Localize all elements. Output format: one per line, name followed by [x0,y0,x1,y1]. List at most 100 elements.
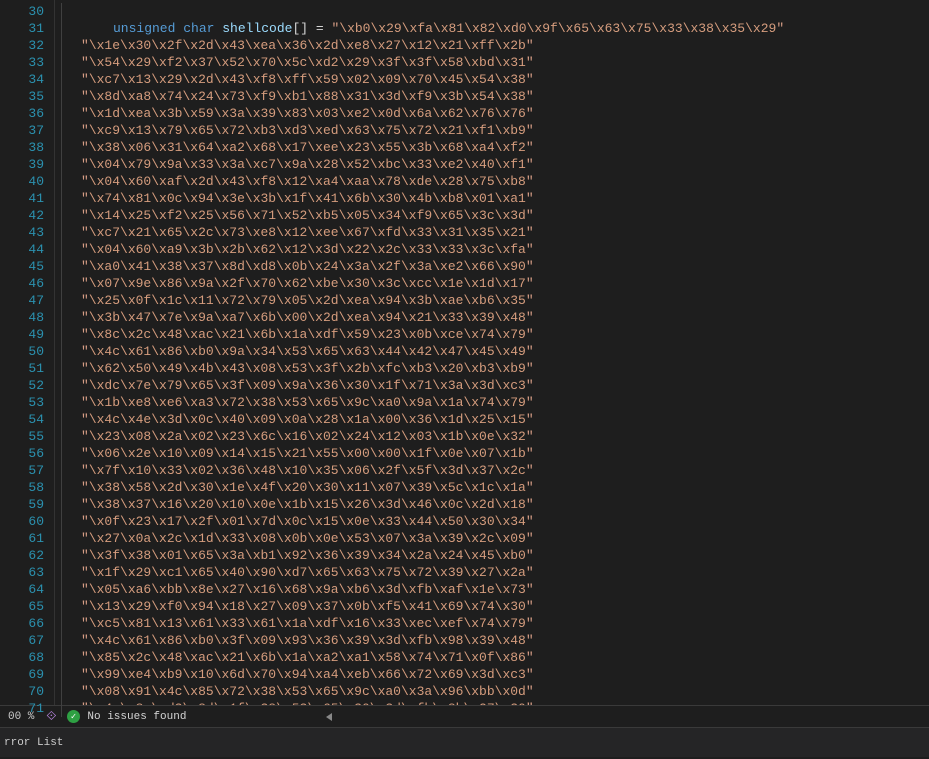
fold-guide [55,513,77,530]
code-line[interactable]: "\x62\x50\x49\x4b\x43\x08\x53\x3f\x2b\xf… [77,360,929,377]
code-line[interactable]: "\x1f\x29\xc1\x65\x40\x90\xd7\x65\x63\x7… [77,564,929,581]
line-number: 60 [0,513,44,530]
fold-guide [55,343,77,360]
code-line[interactable]: "\x0f\x23\x17\x2f\x01\x7d\x0c\x15\x0e\x3… [77,513,929,530]
fold-guide [55,581,77,598]
fold-guide [55,275,77,292]
code-line[interactable]: "\x4c\x61\x86\xb0\x9a\x34\x53\x65\x63\x4… [77,343,929,360]
status-bar: 00 % ⟐ ✓ No issues found [0,705,929,727]
code-line[interactable]: "\xc7\x21\x65\x2c\x73\xe8\x12\xee\x67\xf… [77,224,929,241]
code-line[interactable]: "\xc5\x81\x13\x61\x33\x61\x1a\xdf\x16\x3… [77,615,929,632]
code-line[interactable]: "\x07\x9e\x86\x9a\x2f\x70\x62\xbe\x30\x3… [77,275,929,292]
code-line[interactable]: "\x13\x29\xf0\x94\x18\x27\x09\x37\x0b\xf… [77,598,929,615]
code-line[interactable]: "\x38\x06\x31\x64\xa2\x68\x17\xee\x23\x5… [77,139,929,156]
line-number: 38 [0,139,44,156]
code-line[interactable]: "\x85\x2c\x48\xac\x21\x6b\x1a\xa2\xa1\x5… [77,649,929,666]
fold-guide [55,666,77,683]
code-line[interactable]: "\x38\x37\x16\x20\x10\x0e\x1b\x15\x26\x3… [77,496,929,513]
code-line[interactable]: "\x8c\x2c\x48\xac\x21\x6b\x1a\xdf\x59\x2… [77,326,929,343]
code-line[interactable]: "\x08\x91\x4c\x85\x72\x38\x53\x65\x9c\xa… [77,683,929,700]
fold-guide [55,105,77,122]
line-number: 53 [0,394,44,411]
code-line[interactable]: "\x3f\x38\x01\x65\x3a\xb1\x92\x36\x39\x3… [77,547,929,564]
fold-guide [55,309,77,326]
line-number: 49 [0,326,44,343]
code-area[interactable]: unsigned char shellcode[] = "\xb0\x29\xf… [77,0,929,705]
fold-guide [55,411,77,428]
fold-guide [55,20,77,37]
line-number: 48 [0,309,44,326]
code-line[interactable]: "\x4c\x4e\x3d\x0c\x40\x09\x0a\x28\x1a\x0… [77,411,929,428]
code-line[interactable]: "\x1e\x30\x2f\x2d\x43\xea\x36\x2d\xe8\x2… [77,37,929,54]
line-number: 55 [0,428,44,445]
code-line[interactable]: "\x99\xe4\xb9\x10\x6d\x70\x94\xa4\xeb\x6… [77,666,929,683]
code-line[interactable]: "\x04\x79\x9a\x33\x3a\xc7\x9a\x28\x52\xb… [77,156,929,173]
fold-guide [55,700,77,717]
code-line[interactable]: "\x1d\xea\x3b\x59\x3a\x39\x83\x03\xe2\x0… [77,105,929,122]
code-editor[interactable]: 3031323334353637383940414243444546474849… [0,0,929,705]
code-line[interactable]: "\x7f\x10\x33\x02\x36\x48\x10\x35\x06\x2… [77,462,929,479]
fold-guide [55,292,77,309]
fold-guide [55,530,77,547]
zoom-level[interactable]: 00 % [2,711,40,723]
line-number: 46 [0,275,44,292]
fold-guide [55,394,77,411]
fold-guide [55,547,77,564]
code-line[interactable]: "\x14\x25\xf2\x25\x56\x71\x52\xb5\x05\x3… [77,207,929,224]
code-line[interactable]: "\x38\x58\x2d\x30\x1e\x4f\x20\x30\x11\x0… [77,479,929,496]
code-line[interactable]: "\x8d\xa8\x74\x24\x73\xf9\xb1\x88\x31\x3… [77,88,929,105]
code-line[interactable]: "\xa0\x41\x38\x37\x8d\xd8\x0b\x24\x3a\x2… [77,258,929,275]
fold-guide [55,615,77,632]
fold-guide [55,3,77,20]
code-line[interactable]: "\x05\xa6\xbb\x8e\x27\x16\x68\x9a\xb6\x3… [77,581,929,598]
code-line[interactable]: "\x25\x0f\x1c\x11\x72\x79\x05\x2d\xea\x9… [77,292,929,309]
fold-guide [55,224,77,241]
fold-guide [55,496,77,513]
fold-guide [55,632,77,649]
code-line[interactable]: "\x4e\x8a\xd3\x8d\x1f\x38\x53\x65\x30\x3… [77,700,929,705]
code-line[interactable]: "\x23\x08\x2a\x02\x23\x6c\x16\x02\x24\x1… [77,428,929,445]
line-number: 65 [0,598,44,615]
code-line[interactable]: "\x54\x29\xf2\x37\x52\x70\x5c\xd2\x29\x3… [77,54,929,71]
fold-guide [55,377,77,394]
scroll-left-icon[interactable] [326,713,332,721]
fold-guide [55,241,77,258]
line-number: 68 [0,649,44,666]
code-line[interactable]: "\x04\x60\xaf\x2d\x43\xf8\x12\xa4\xaa\x7… [77,173,929,190]
code-line[interactable]: "\x1b\xe8\xe6\xa3\x72\x38\x53\x65\x9c\xa… [77,394,929,411]
fold-guide [55,445,77,462]
fold-guide [55,122,77,139]
code-line[interactable]: "\xdc\x7e\x79\x65\x3f\x09\x9a\x36\x30\x1… [77,377,929,394]
code-line[interactable]: "\xc9\x13\x79\x65\x72\xb3\xd3\xed\x63\x7… [77,122,929,139]
fold-guide [55,173,77,190]
line-number: 56 [0,445,44,462]
fold-guide [55,683,77,700]
fold-guide [55,207,77,224]
code-line[interactable]: "\x74\x81\x0c\x94\x3e\x3b\x1f\x41\x6b\x3… [77,190,929,207]
line-number: 37 [0,122,44,139]
line-number: 59 [0,496,44,513]
code-line[interactable]: "\x27\x0a\x2c\x1d\x33\x08\x0b\x0e\x53\x0… [77,530,929,547]
line-number: 66 [0,615,44,632]
fold-guide [55,71,77,88]
code-line[interactable]: "\xc7\x13\x29\x2d\x43\xf8\xff\x59\x02\x0… [77,71,929,88]
line-number: 42 [0,207,44,224]
code-line[interactable]: "\x3b\x47\x7e\x9a\xa7\x6b\x00\x2d\xea\x9… [77,309,929,326]
line-number: 35 [0,88,44,105]
code-line[interactable]: "\x4c\x61\x86\xb0\x3f\x09\x93\x36\x39\x3… [77,632,929,649]
line-number: 52 [0,377,44,394]
code-line[interactable]: "\x06\x2e\x10\x09\x14\x15\x21\x55\x00\x0… [77,445,929,462]
line-number: 41 [0,190,44,207]
line-number: 64 [0,581,44,598]
code-line[interactable]: unsigned char shellcode[] = "\xb0\x29\xf… [77,20,929,37]
error-list-panel[interactable]: rror List [0,727,929,757]
fold-guide [55,462,77,479]
line-number: 58 [0,479,44,496]
fold-guide [55,156,77,173]
line-number: 43 [0,224,44,241]
fold-guide [55,649,77,666]
code-line[interactable] [77,3,929,20]
code-line[interactable]: "\x04\x60\xa9\x3b\x2b\x62\x12\x3d\x22\x2… [77,241,929,258]
fold-guide [55,190,77,207]
line-number: 54 [0,411,44,428]
